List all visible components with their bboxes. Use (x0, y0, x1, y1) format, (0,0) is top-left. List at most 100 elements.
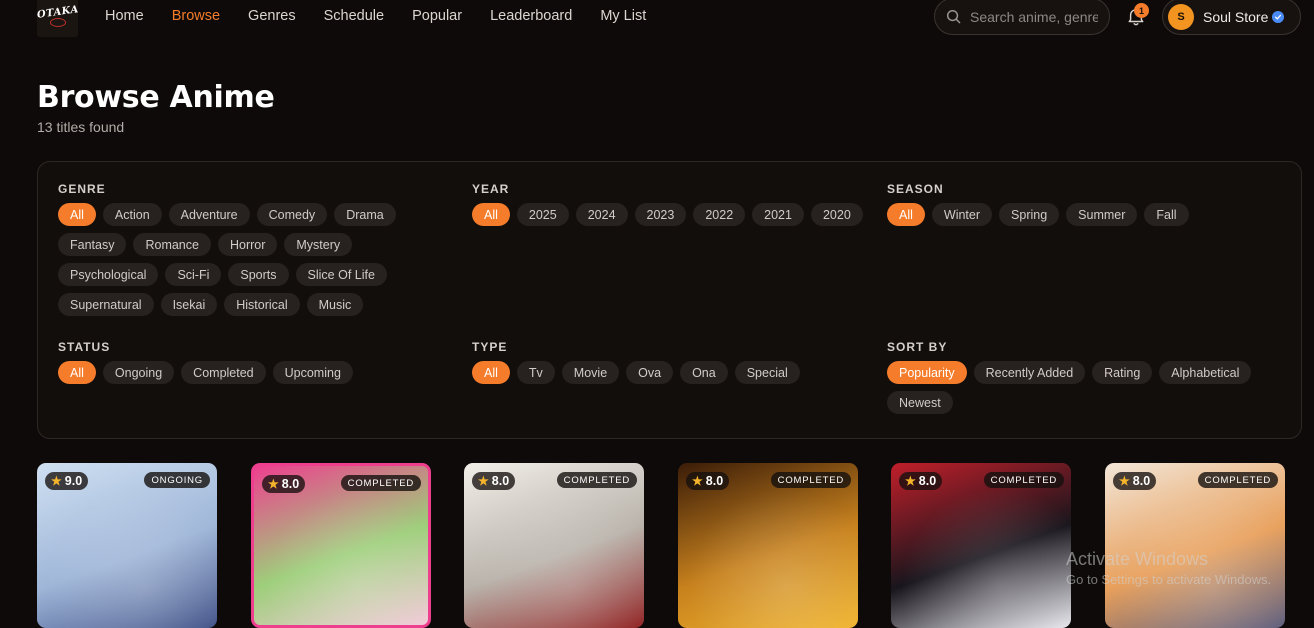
nav-link-leaderboard[interactable]: Leaderboard (490, 8, 572, 24)
top-navbar: OTAKA Home Browse Genres Schedule Popular Lea… (0, 0, 1314, 37)
sort-chip-list: Popularity Recently Added Rating Alphabetic… (887, 361, 1267, 414)
type-filter: TYPE All Tv Movie Ova Ona Special (472, 340, 882, 384)
genre-chip-isekai[interactable]: Isekai (160, 293, 218, 316)
sort-chip-recently-added[interactable]: Recently Added (973, 361, 1086, 384)
year-chip-2021[interactable]: 2021 (752, 203, 804, 226)
type-chip-all[interactable]: All (472, 361, 510, 384)
type-chip-ova[interactable]: Ova (626, 361, 674, 384)
rating-value: 9.0 (64, 474, 83, 488)
filter-label: GENRE (58, 182, 106, 196)
verified-badge-icon (1272, 10, 1285, 23)
sort-chip-popularity[interactable]: Popularity (887, 361, 967, 384)
genre-chip-music[interactable]: Music (306, 293, 364, 316)
season-chip-all[interactable]: All (887, 203, 925, 226)
star-icon: ★ (478, 474, 489, 488)
year-chip-2025[interactable]: 2025 (516, 203, 569, 226)
status-badge: COMPLETED (983, 472, 1064, 488)
season-chip-summer[interactable]: Summer (1066, 203, 1138, 226)
genre-chip-romance[interactable]: Romance (133, 233, 211, 256)
year-chip-2024[interactable]: 2024 (575, 203, 628, 226)
genre-chip-supernatural[interactable]: Supernatural (58, 293, 154, 316)
nav-link-my-list[interactable]: My List (600, 8, 646, 24)
sort-filter: SORT BY Popularity Recently Added Rating Al… (887, 340, 1267, 414)
filter-label: SORT BY (887, 340, 948, 354)
anime-card[interactable]: ★ 8.0 COMPLETED (1105, 463, 1285, 628)
sort-chip-alphabetical[interactable]: Alphabetical (1159, 361, 1252, 384)
genre-chip-horror[interactable]: Horror (217, 233, 278, 256)
year-chip-all[interactable]: All (472, 203, 510, 226)
status-chip-upcoming[interactable]: Upcoming (272, 361, 353, 384)
season-chip-fall[interactable]: Fall (1144, 203, 1189, 226)
filter-panel: GENRE All Action Adventure Comedy Drama Fanta… (37, 161, 1302, 439)
genre-chip-list: All Action Adventure Comedy Drama Fantasy Roma… (58, 203, 448, 316)
genre-chip-sci-fi[interactable]: Sci-Fi (165, 263, 222, 286)
nav-link-genres[interactable]: Genres (248, 8, 296, 24)
rating-value: 8.0 (491, 474, 510, 488)
type-chip-list: All Tv Movie Ova Ona Special (472, 361, 882, 384)
user-name: Soul Store (1203, 8, 1269, 25)
genre-chip-slice-of-life[interactable]: Slice Of Life (295, 263, 387, 286)
filter-label: YEAR (472, 182, 510, 196)
anime-card[interactable]: ★ 8.0 COMPLETED (251, 463, 431, 628)
star-icon: ★ (692, 474, 703, 488)
sort-chip-rating[interactable]: Rating (1092, 361, 1153, 384)
star-icon: ★ (268, 477, 279, 491)
year-chip-2020[interactable]: 2020 (810, 203, 863, 226)
rating-value: 8.0 (705, 474, 724, 488)
genre-chip-historical[interactable]: Historical (224, 293, 300, 316)
type-chip-tv[interactable]: Tv (516, 361, 555, 384)
year-chip-2023[interactable]: 2023 (634, 203, 687, 226)
rating-badge: ★ 8.0 (899, 472, 943, 490)
anime-card[interactable]: ★ 9.0 ONGOING (37, 463, 217, 628)
genre-chip-mystery[interactable]: Mystery (284, 233, 353, 256)
anime-card[interactable]: ★ 8.0 COMPLETED (678, 463, 858, 628)
genre-chip-comedy[interactable]: Comedy (256, 203, 328, 226)
page-title: Browse Anime (37, 80, 275, 115)
watermark-line-1: Activate Windows (1066, 549, 1209, 569)
rating-badge: ★ 8.0 (686, 472, 730, 490)
rating-value: 8.0 (1132, 474, 1151, 488)
nav-link-browse[interactable]: Browse (172, 8, 220, 24)
type-chip-ona[interactable]: Ona (680, 361, 728, 384)
search-icon (946, 9, 961, 24)
genre-chip-sports[interactable]: Sports (228, 263, 289, 286)
year-filter: YEAR All 2025 2024 2023 2022 2021 2020 (472, 182, 882, 226)
type-chip-special[interactable]: Special (734, 361, 800, 384)
status-chip-ongoing[interactable]: Ongoing (102, 361, 175, 384)
type-chip-movie[interactable]: Movie (561, 361, 620, 384)
search-box[interactable] (934, 0, 1110, 35)
genre-chip-fantasy[interactable]: Fantasy (58, 233, 127, 256)
star-icon: ★ (905, 474, 916, 488)
anime-card[interactable]: ★ 8.0 COMPLETED (464, 463, 644, 628)
year-chip-2022[interactable]: 2022 (693, 203, 746, 226)
rating-value: 8.0 (918, 474, 937, 488)
sort-chip-newest[interactable]: Newest (887, 391, 953, 414)
genre-chip-psychological[interactable]: Psychological (58, 263, 159, 286)
nav-link-home[interactable]: Home (105, 8, 144, 24)
notification-badge: 1 (1134, 3, 1149, 18)
os-activation-watermark: Activate Windows Go to Settings to activ… (1066, 549, 1271, 587)
status-chip-list: All Ongoing Completed Upcoming (58, 361, 448, 384)
rating-badge: ★ 8.0 (1113, 472, 1157, 490)
season-chip-winter[interactable]: Winter (931, 203, 993, 226)
status-chip-all[interactable]: All (58, 361, 96, 384)
status-badge: COMPLETED (556, 472, 637, 488)
genre-chip-all[interactable]: All (58, 203, 96, 226)
genre-chip-drama[interactable]: Drama (334, 203, 396, 226)
user-menu-button[interactable]: S Soul Store (1162, 0, 1301, 35)
season-filter: SEASON All Winter Spring Summer Fall (887, 182, 1267, 226)
genre-chip-adventure[interactable]: Adventure (168, 203, 250, 226)
filter-label: SEASON (887, 182, 944, 196)
filter-label: STATUS (58, 340, 111, 354)
anime-grid: ★ 9.0 ONGOING ★ 8.0 COMPLETED ★ 8.0 COMPLETED ★ 8.… (37, 463, 1297, 628)
nav-link-popular[interactable]: Popular (412, 8, 462, 24)
anime-card[interactable]: ★ 8.0 COMPLETED (891, 463, 1071, 628)
logo[interactable]: OTAKA (37, 0, 78, 37)
nav-link-schedule[interactable]: Schedule (324, 8, 384, 24)
rating-badge: ★ 9.0 (45, 472, 89, 490)
search-input[interactable] (970, 8, 1098, 25)
status-chip-completed[interactable]: Completed (181, 361, 266, 384)
nav-links: Home Browse Genres Schedule Popular Leaderboa… (105, 8, 646, 24)
genre-chip-action[interactable]: Action (102, 203, 162, 226)
season-chip-spring[interactable]: Spring (999, 203, 1060, 226)
